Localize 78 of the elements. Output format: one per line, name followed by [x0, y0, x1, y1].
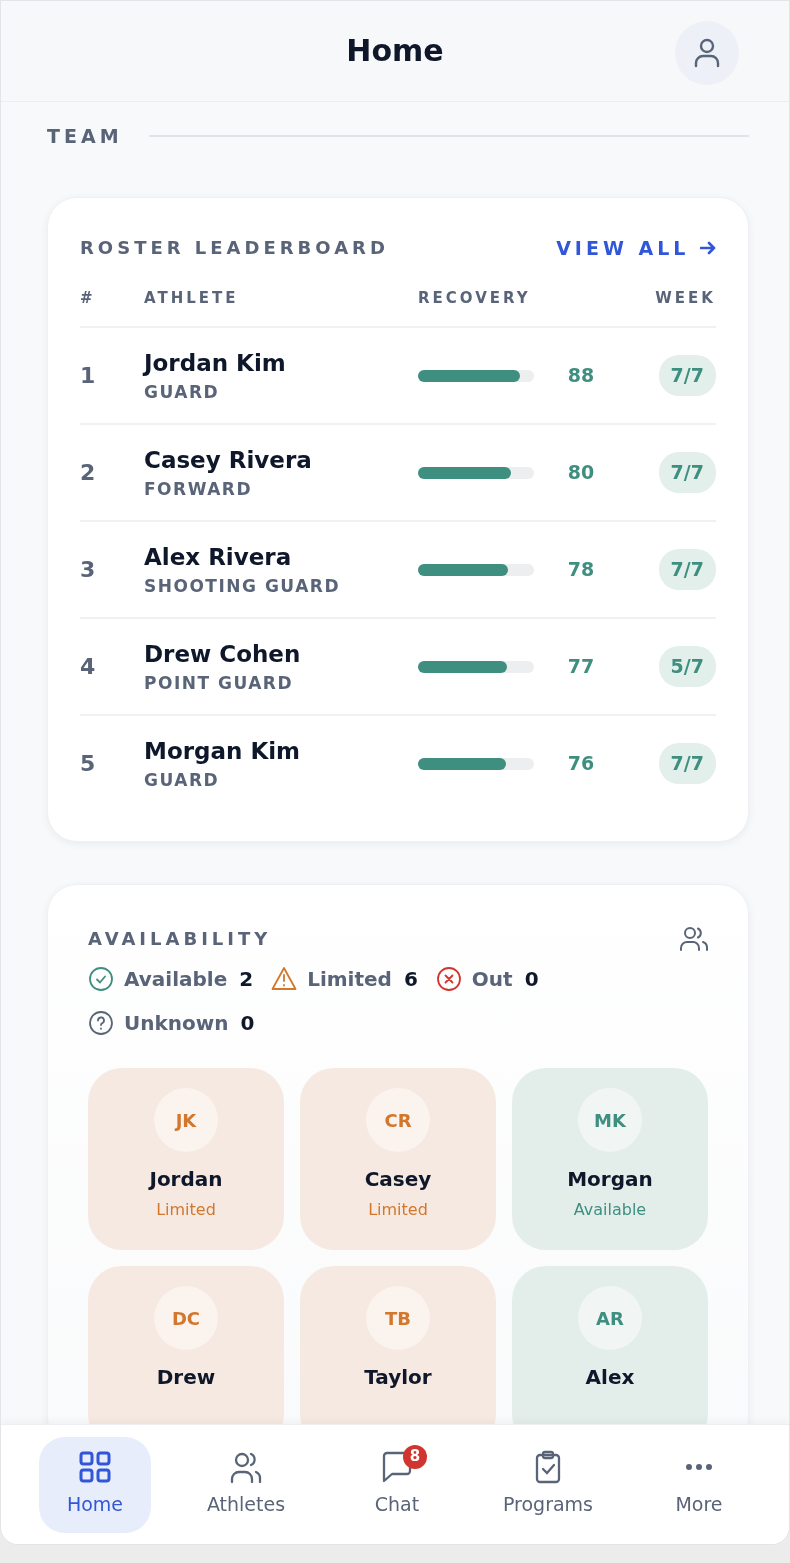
athlete-status: Limited — [368, 1199, 428, 1221]
legend-count: 6 — [403, 966, 418, 993]
card-title: AVAILABILITY — [88, 927, 272, 951]
user-icon — [693, 38, 721, 68]
athlete-name: Casey Rivera — [144, 445, 313, 475]
x-circle-icon — [435, 966, 462, 992]
athlete-status: Limited — [156, 1199, 216, 1221]
notification-badge: 8 — [403, 1444, 427, 1469]
week-badge: 7/7 — [658, 743, 716, 784]
athlete-name: Morgan — [567, 1166, 653, 1193]
athlete-tile[interactable]: DC Drew — [88, 1266, 284, 1424]
week-badge: 5/7 — [658, 646, 716, 687]
nav-tab[interactable]: Home — [39, 1436, 151, 1533]
recovery-score: 80 — [566, 460, 596, 486]
athlete-position: SHOOTING GUARD — [144, 575, 341, 598]
legend-count: 0 — [240, 1010, 255, 1037]
nav-tab[interactable]: Programs — [492, 1436, 604, 1533]
rank-number: 1 — [80, 363, 96, 388]
athlete-tile[interactable]: JK Jordan Limited — [88, 1068, 284, 1250]
avatar-initials: CR — [366, 1088, 430, 1152]
athlete-tile[interactable]: CR Casey Limited — [300, 1068, 496, 1250]
recovery-score: 77 — [566, 654, 596, 680]
avatar-initials: MK — [578, 1088, 642, 1152]
column-header: WEEK — [655, 289, 716, 307]
week-badge: 7/7 — [658, 355, 716, 396]
athlete-name: Alex — [585, 1364, 635, 1391]
legend-count: 0 — [524, 966, 539, 993]
avatar-initials: AR — [578, 1286, 642, 1350]
avatar-initials: DC — [154, 1286, 218, 1350]
legend-label: Out — [471, 966, 513, 993]
legend-label: Limited — [307, 966, 392, 993]
help-circle-icon — [88, 1010, 114, 1036]
legend-label: Unknown — [124, 1010, 229, 1037]
users-icon — [229, 1450, 263, 1485]
week-badge: 7/7 — [658, 549, 716, 590]
arrow-right-icon — [700, 240, 716, 255]
avatar-initials: TB — [366, 1286, 430, 1350]
recovery-score: 78 — [566, 557, 596, 583]
avatar-initials: JK — [154, 1088, 218, 1152]
warning-icon — [271, 966, 298, 992]
page-title: Home — [346, 33, 444, 69]
athlete-name: Jordan Kim — [144, 348, 287, 378]
legend-label: Available — [124, 966, 228, 993]
athlete-tile[interactable]: TB Taylor — [300, 1266, 496, 1424]
legend-count: 2 — [239, 966, 254, 993]
week-badge: 7/7 — [658, 452, 716, 493]
nav-tab[interactable]: Athletes — [190, 1436, 302, 1533]
check-circle-icon — [88, 966, 114, 992]
users-icon — [680, 925, 708, 952]
athlete-position: GUARD — [144, 769, 221, 792]
athlete-position: FORWARD — [144, 478, 253, 501]
nav-tab[interactable]: Chat 8 — [341, 1436, 453, 1533]
athlete-name: Drew — [156, 1364, 216, 1391]
athlete-name: Alex Rivera — [144, 542, 293, 572]
athlete-name: Jordan — [149, 1166, 223, 1193]
card-title: ROSTER LEADERBOARD — [80, 236, 389, 261]
nav-tab[interactable]: More — [643, 1436, 755, 1533]
athlete-status: Available — [573, 1199, 647, 1221]
recovery-score: 76 — [566, 751, 596, 777]
athlete-name: Morgan Kim — [144, 736, 302, 766]
athlete-name: Drew Cohen — [144, 639, 302, 669]
athlete-position: POINT GUARD — [144, 672, 295, 695]
column-header: ATHLETE — [144, 289, 239, 307]
athlete-position: GUARD — [144, 381, 221, 404]
rank-number: 4 — [80, 654, 96, 679]
grid-icon — [78, 1450, 112, 1485]
rank-number: 3 — [80, 557, 96, 582]
athlete-name: Taylor — [364, 1364, 432, 1391]
section-title: TEAM — [47, 124, 123, 149]
athlete-tile[interactable]: MK Morgan Available — [512, 1068, 708, 1250]
rank-number: 5 — [80, 751, 96, 776]
view-all-link[interactable]: VIEW ALL — [556, 233, 716, 262]
rank-number: 2 — [80, 460, 96, 485]
athlete-name: Casey — [364, 1166, 432, 1193]
recovery-score: 88 — [566, 363, 596, 389]
athlete-tile[interactable]: AR Alex — [512, 1266, 708, 1424]
column-header: RECOVERY — [418, 289, 531, 307]
column-header: # — [80, 289, 96, 307]
